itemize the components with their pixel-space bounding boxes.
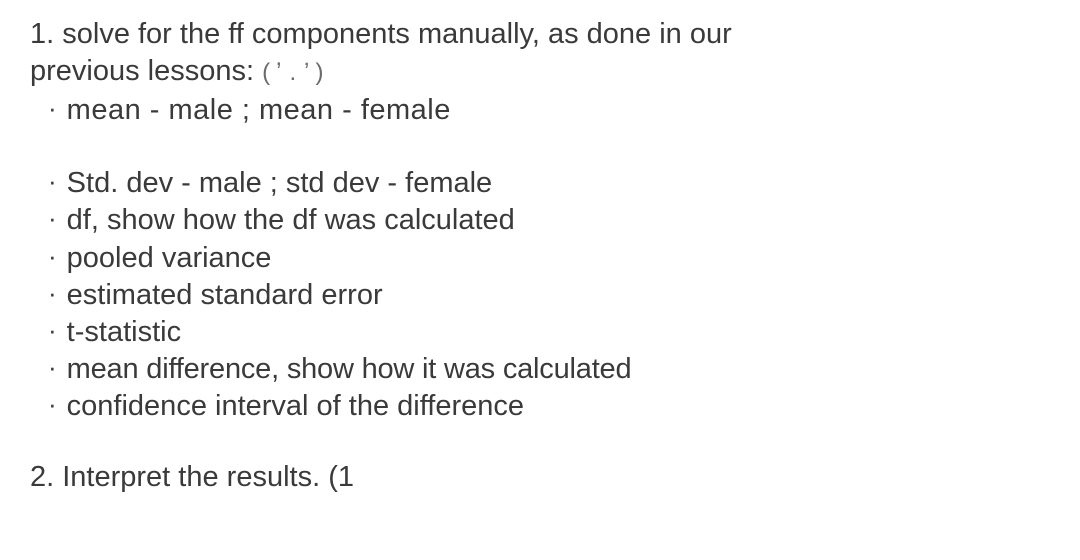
trailing-parenthesis-mark: (1 (328, 461, 354, 493)
bullet-text: t-statistic (67, 314, 181, 351)
bullet-text: mean - male ; mean - female (67, 92, 451, 129)
spacer (30, 129, 1050, 165)
bullet-item: · pooled variance (48, 240, 1050, 277)
bullet-item: · t-statistic (48, 314, 1050, 351)
bullet-text: confidence interval of the difference (67, 388, 524, 425)
bullet-group-1: · mean - male ; mean - female (30, 92, 1050, 129)
bullet-group-2: · Std. dev - male ; std dev - female · d… (30, 165, 1050, 425)
bullet-dot-icon: · (48, 241, 57, 272)
bullet-item: · df, show how the df was calculated (48, 202, 1050, 239)
bullet-text: df, show how the df was calculated (67, 202, 515, 239)
section-2-heading: 2. Interpret the results. (1 (30, 459, 1050, 496)
bullet-text: mean difference, show how it was calcula… (67, 351, 632, 388)
bullet-text: pooled variance (67, 240, 272, 277)
bullet-dot-icon: · (48, 389, 57, 420)
heading-scribble-mark: ( ̕ . ̛ ) (262, 59, 325, 86)
bullet-dot-icon: · (48, 166, 57, 197)
bullet-dot-icon: · (48, 352, 57, 383)
bullet-item: · mean difference, show how it was calcu… (48, 351, 1050, 388)
bullet-dot-icon: · (48, 315, 57, 346)
bullet-item: · mean - male ; mean - female (48, 92, 1050, 129)
section-2-text: 2. Interpret the results. (30, 461, 328, 493)
bullet-item: · estimated standard error (48, 277, 1050, 314)
heading-line-2: previous lessons: ( ̕ . ̛ ) (30, 53, 1050, 90)
bullet-dot-icon: · (48, 93, 57, 124)
section-1-heading: 1. solve for the ff components manually,… (30, 16, 1050, 90)
bullet-text: Std. dev - male ; std dev - female (67, 165, 493, 202)
heading-line-1: 1. solve for the ff components manually,… (30, 16, 1050, 53)
heading-line-2-prefix: previous lessons: (30, 55, 262, 87)
bullet-item: · Std. dev - male ; std dev - female (48, 165, 1050, 202)
bullet-item: · confidence interval of the difference (48, 388, 1050, 425)
bullet-dot-icon: · (48, 278, 57, 309)
bullet-text: estimated standard error (67, 277, 383, 314)
bullet-dot-icon: · (48, 203, 57, 234)
